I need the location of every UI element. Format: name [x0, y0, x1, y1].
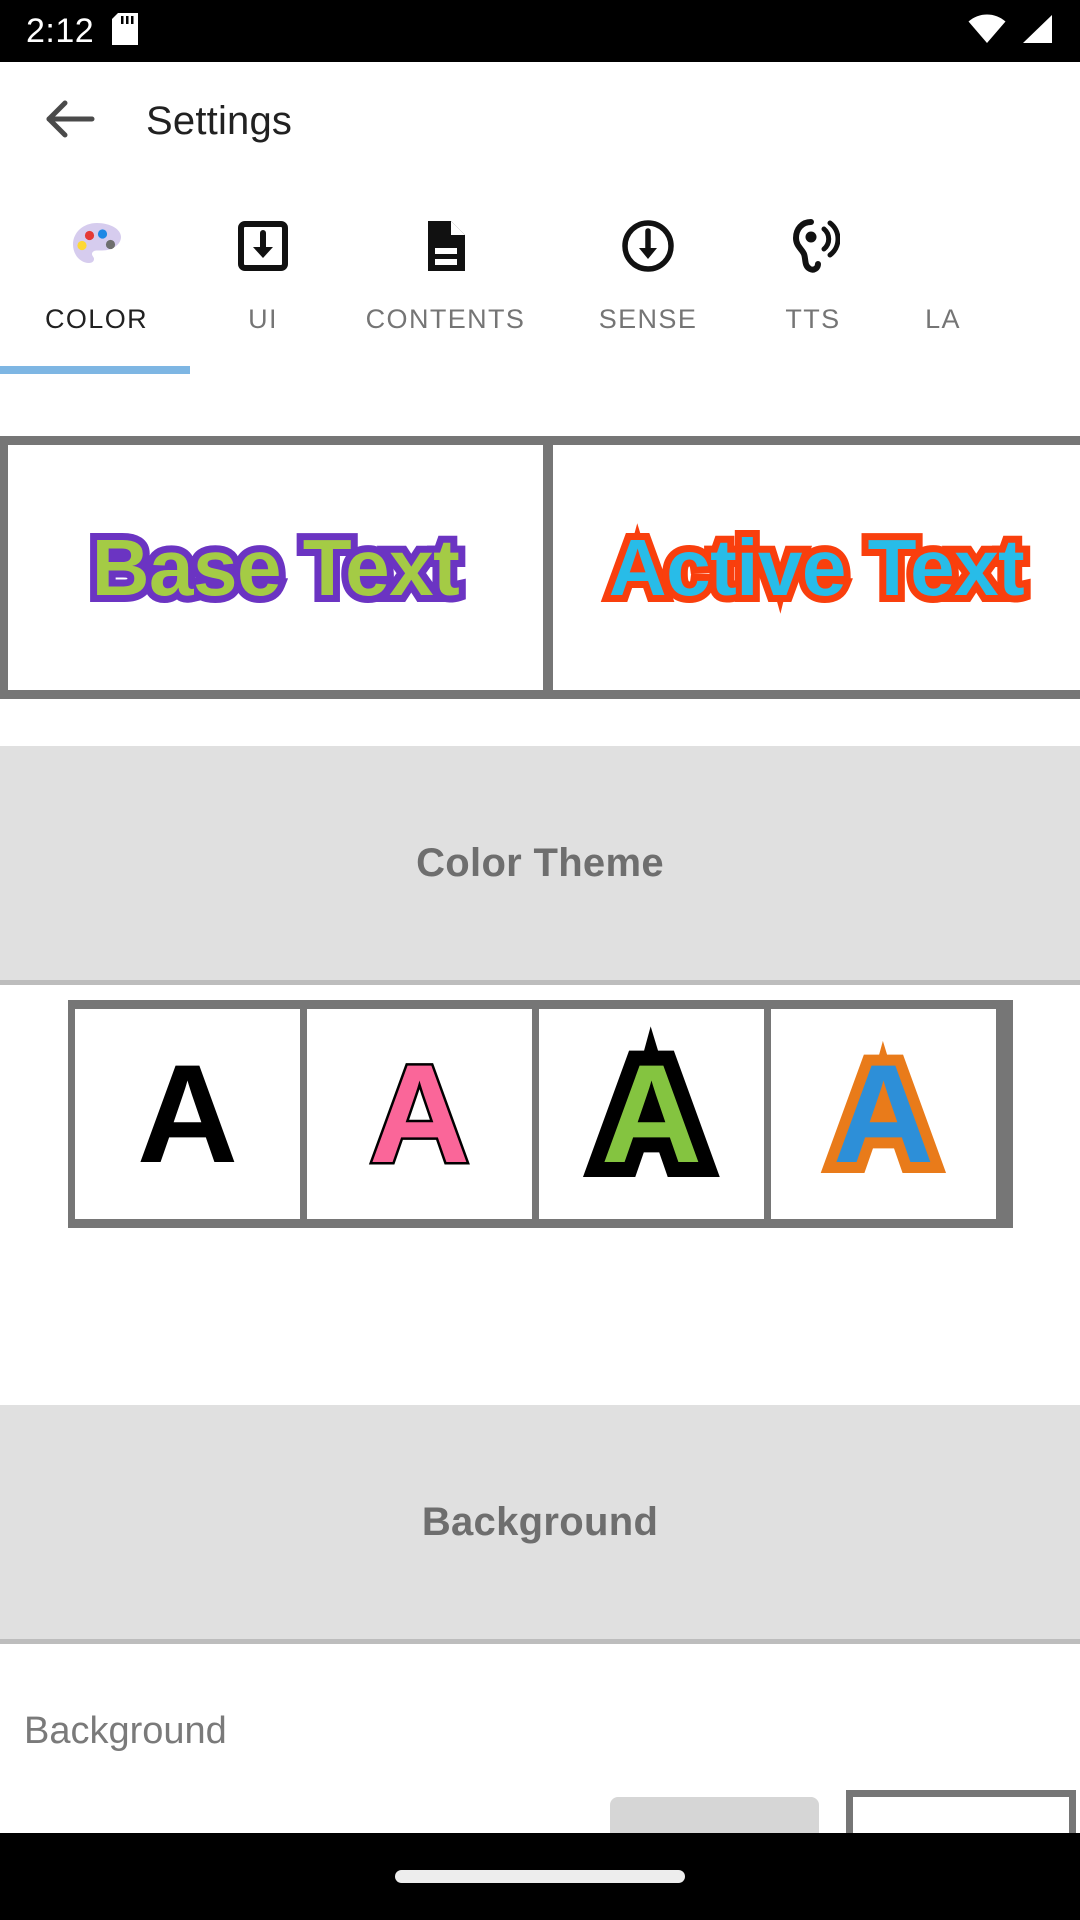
swatch-letter-black: A: [136, 1035, 239, 1192]
theme-swatch-blue[interactable]: A: [771, 1009, 996, 1219]
background-title: Background: [421, 1499, 659, 1544]
sd-card-icon: [112, 12, 139, 50]
document-icon: [414, 214, 478, 278]
background-row-label: Background: [24, 1710, 227, 1752]
tab-ui[interactable]: UI: [193, 180, 333, 370]
arrow-back-icon: [45, 98, 95, 145]
partial-tab-icon: [911, 214, 975, 278]
wifi-icon: [968, 14, 1006, 49]
theme-swatch-black[interactable]: A: [75, 1009, 300, 1219]
circle-arrow-down-icon: [616, 214, 680, 278]
tab-label-contents: CONTENTS: [365, 304, 526, 334]
settings-tab-bar[interactable]: COLOR UI CONTENTS SENSE TTS LA: [0, 180, 1080, 433]
system-navigation-bar: [0, 1833, 1080, 1920]
swatch-letter-green: A: [586, 1029, 717, 1199]
swatch-letter-blue: A: [822, 1033, 945, 1195]
color-theme-section-header: Color Theme: [0, 746, 1080, 980]
color-theme-title: Color Theme: [416, 840, 664, 885]
tab-strip: COLOR UI CONTENTS SENSE TTS LA: [0, 180, 1080, 370]
swatch-letter-pink: A: [366, 1035, 472, 1192]
theme-swatch-green[interactable]: A: [539, 1009, 764, 1219]
tab-tts[interactable]: TTS: [738, 180, 888, 370]
color-theme-swatch-row[interactable]: A A A A: [68, 1000, 1013, 1228]
tab-label-la: LA: [925, 304, 961, 334]
text-preview-strip: Base Text Active Text: [0, 436, 1080, 699]
status-bar: 2:12: [0, 0, 1080, 62]
tab-label-color: COLOR: [44, 304, 149, 334]
theme-swatch-pink[interactable]: A: [307, 1009, 532, 1219]
tab-sense[interactable]: SENSE: [558, 180, 738, 370]
base-text-preview[interactable]: Base Text: [8, 445, 543, 690]
cellular-signal-icon: [1020, 14, 1054, 49]
tab-label-sense: SENSE: [598, 304, 698, 334]
active-text-preview[interactable]: Active Text: [553, 445, 1080, 690]
tab-indicator-row: [0, 366, 1080, 374]
palette-icon: [65, 214, 129, 278]
status-bar-clock: 2:12: [26, 11, 95, 50]
background-section-header: Background: [0, 1405, 1080, 1639]
status-bar-icons: [968, 14, 1054, 49]
home-indicator[interactable]: [395, 1870, 685, 1883]
hearing-icon: [781, 214, 845, 278]
tab-la-partial[interactable]: LA: [888, 180, 998, 370]
tab-label-ui: UI: [248, 304, 278, 334]
tab-contents[interactable]: CONTENTS: [333, 180, 558, 370]
tab-color[interactable]: COLOR: [0, 180, 193, 370]
background-divider: [0, 1639, 1080, 1644]
app-bar: Settings: [0, 62, 1080, 180]
active-text-sample: Active Text: [602, 516, 1032, 619]
back-button[interactable]: [22, 73, 118, 169]
tab-label-tts: TTS: [785, 304, 841, 334]
page-title: Settings: [146, 98, 293, 143]
base-text-sample: Base Text: [85, 516, 467, 619]
tab-active-indicator: [0, 366, 190, 374]
color-theme-divider: [0, 980, 1080, 985]
download-box-icon: [231, 214, 295, 278]
